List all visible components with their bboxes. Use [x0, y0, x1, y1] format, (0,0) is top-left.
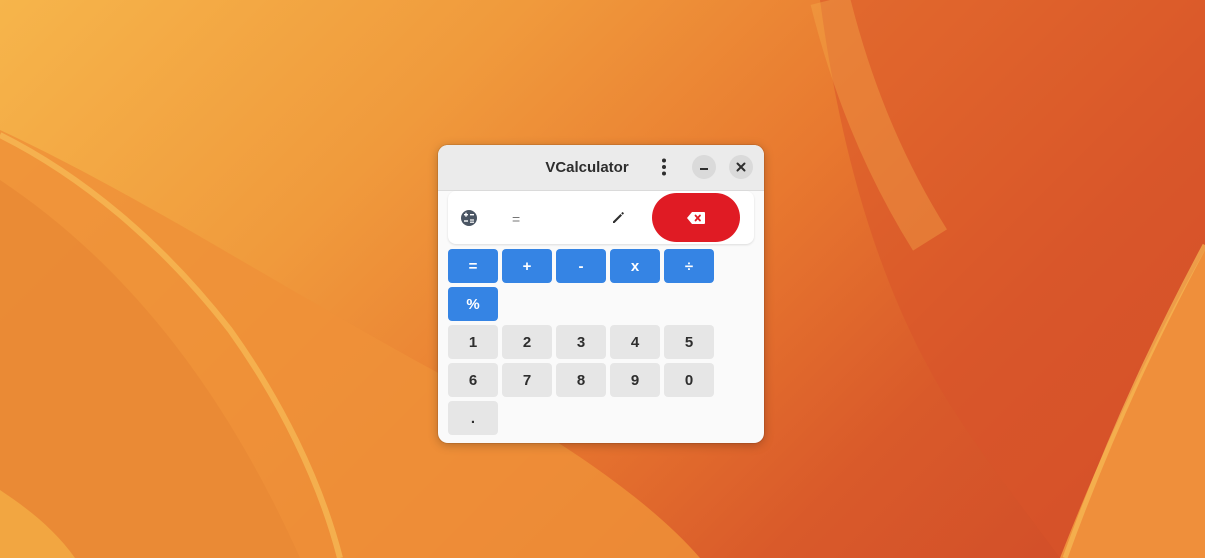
- digit-5-key[interactable]: 5: [664, 325, 714, 359]
- digit-2-key[interactable]: 2: [502, 325, 552, 359]
- equals-key[interactable]: =: [448, 249, 498, 283]
- minimize-icon: [700, 168, 708, 170]
- minimize-button[interactable]: [692, 155, 716, 179]
- multiply-key[interactable]: x: [610, 249, 660, 283]
- percent-key[interactable]: %: [448, 287, 498, 321]
- vertical-dots-icon: [662, 158, 666, 176]
- digit-8-key[interactable]: 8: [556, 363, 606, 397]
- edit-button[interactable]: [606, 206, 630, 230]
- pencil-icon: [613, 212, 624, 223]
- close-button[interactable]: [729, 155, 753, 179]
- desktop-wallpaper: VCalculator = = + - x ÷ % 1 2 3 4 5 6 7 …: [0, 0, 1205, 558]
- expression-input[interactable]: [510, 208, 604, 230]
- digit-7-key[interactable]: 7: [502, 363, 552, 397]
- calculator-window: VCalculator = = + - x ÷ % 1 2 3 4 5 6 7 …: [438, 145, 764, 443]
- digit-4-key[interactable]: 4: [610, 325, 660, 359]
- calculator-mode-icon[interactable]: [460, 209, 478, 227]
- digit-9-key[interactable]: 9: [610, 363, 660, 397]
- digit-1-key[interactable]: 1: [448, 325, 498, 359]
- close-icon: [736, 162, 746, 172]
- backspace-icon: [687, 211, 705, 224]
- backspace-button[interactable]: [652, 193, 740, 242]
- display-bar: [448, 191, 754, 244]
- digit-6-key[interactable]: 6: [448, 363, 498, 397]
- title-bar: VCalculator: [438, 145, 764, 191]
- main-menu-button[interactable]: [652, 155, 676, 179]
- minus-key[interactable]: -: [556, 249, 606, 283]
- digit-0-key[interactable]: 0: [664, 363, 714, 397]
- plus-key[interactable]: +: [502, 249, 552, 283]
- decimal-point-key[interactable]: .: [448, 401, 498, 435]
- digit-3-key[interactable]: 3: [556, 325, 606, 359]
- divide-key[interactable]: ÷: [664, 249, 714, 283]
